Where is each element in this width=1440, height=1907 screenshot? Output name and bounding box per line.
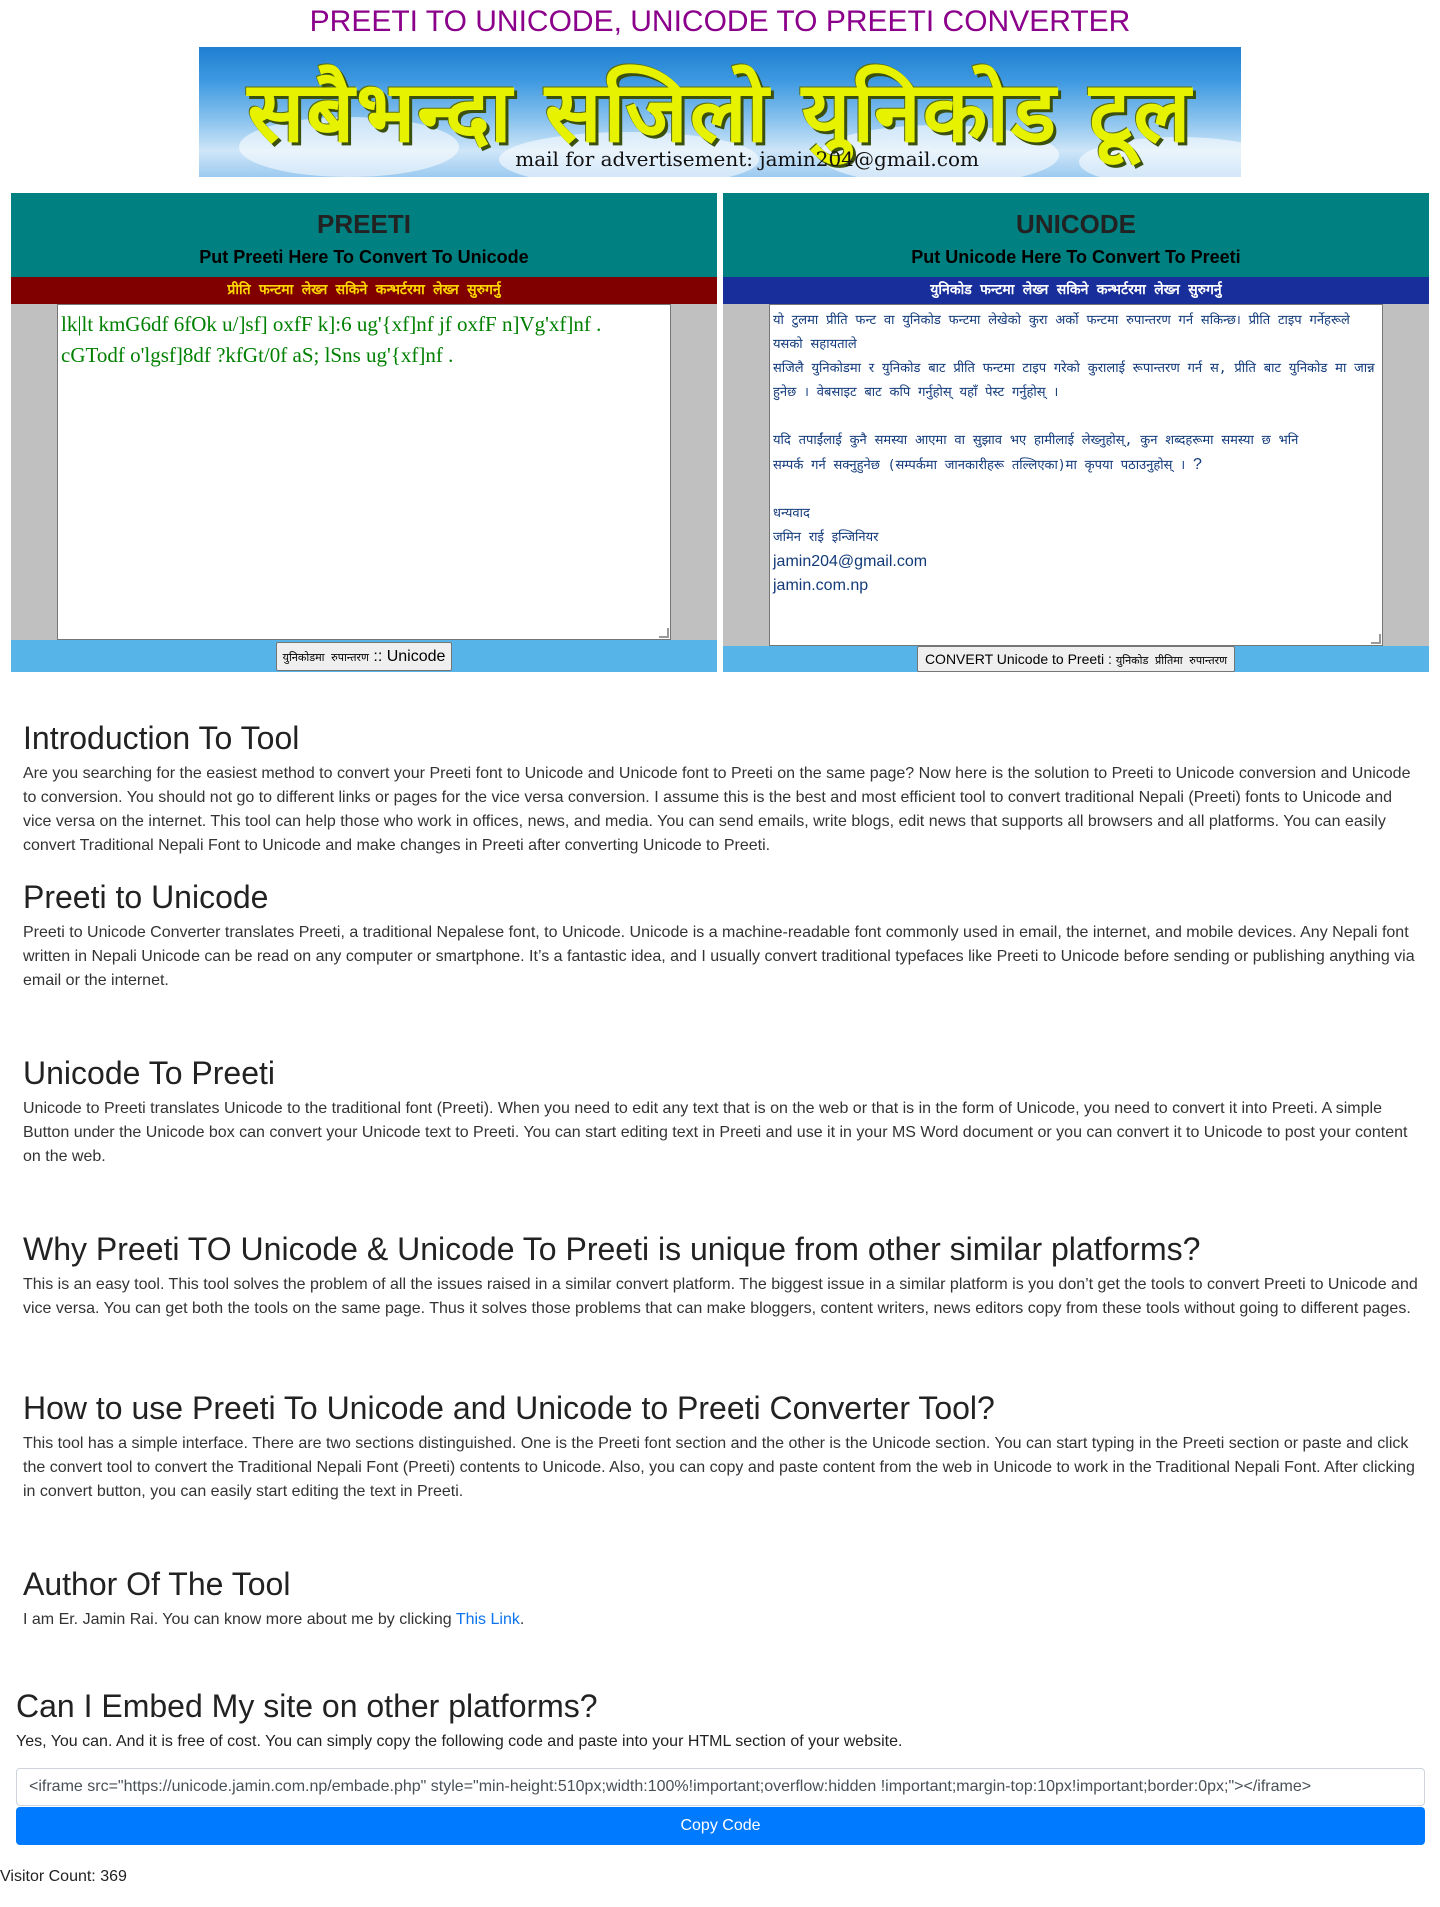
unicode-line-with-question: सम्पर्क गर्न सक्नुहुनेछ (सम्पर्कमा जानका… <box>773 453 1379 478</box>
section-author: Author Of The Tool I am Er. Jamin Rai. Y… <box>23 1564 1423 1632</box>
page-title: PREETI TO UNICODE, UNICODE TO PREETI CON… <box>309 5 1131 38</box>
section-body: I am Er. Jamin Rai. You can know more ab… <box>23 1608 1423 1632</box>
unicode-line: हुनेछ । वेबसाइट बाट कपि गर्नुहोस् यहाँ प… <box>773 385 1059 400</box>
section-heading: Why Preeti TO Unicode & Unicode To Preet… <box>23 1231 1201 1267</box>
preeti-panel-header: PREETI Put Preeti Here To Convert To Uni… <box>11 193 717 277</box>
unicode-panel-header: UNICODE Put Unicode Here To Convert To P… <box>723 193 1429 277</box>
section-heading: Introduction To Tool <box>23 720 300 756</box>
unicode-line: धन्यवाद <box>773 506 810 521</box>
visitor-count: Visitor Count: 369 <box>0 1868 127 1885</box>
copy-code-button[interactable]: Copy Code <box>16 1807 1425 1845</box>
section-body: Unicode to Preeti translates Unicode to … <box>23 1100 1408 1165</box>
section-body: This tool has a simple interface. There … <box>23 1435 1415 1500</box>
converter: PREETI Put Preeti Here To Convert To Uni… <box>11 193 1429 673</box>
embed-heading: Can I Embed My site on other platforms? <box>16 1688 598 1724</box>
section-heading: Unicode To Preeti <box>23 1055 275 1091</box>
section-body: Are you searching for the easiest method… <box>23 765 1411 854</box>
article-content: Introduction To Tool Are you searching f… <box>23 718 1423 1632</box>
unicode-line-email: jamin204@gmail.com <box>773 553 928 570</box>
preeti-info-strip: प्रीति फन्टमा लेख्न सकिने कन्भर्टरमा लेख… <box>11 277 717 304</box>
preeti-textarea[interactable]: lk|lt kmG6df 6fOk u/]sf] oxfF k]:6 ug'{x… <box>57 304 671 640</box>
section-why-unique: Why Preeti TO Unicode & Unicode To Preet… <box>23 1229 1423 1388</box>
preeti-editor-area: lk|lt kmG6df 6fOk u/]sf] oxfF k]:6 ug'{x… <box>11 304 717 640</box>
resize-handle-icon[interactable] <box>1371 634 1381 644</box>
section-preeti-to-unicode: Preeti to Unicode Preeti to Unicode Conv… <box>23 877 1423 1053</box>
banner-mail-text: mail for advertisement: jamin204@gmail.c… <box>515 147 979 171</box>
convert-to-unicode-label: :: Unicode <box>373 648 446 665</box>
unicode-line-blank <box>773 478 1379 502</box>
section-body: This is an easy tool. This tool solves t… <box>23 1276 1418 1317</box>
unicode-line: यो टुलमा प्रीति फन्ट वा युनिकोड फन्टमा ल… <box>773 313 1350 352</box>
unicode-info-strip: युनिकोड फन्टमा लेख्न सकिने कन्भर्टरमा ले… <box>723 277 1429 304</box>
resize-handle-icon[interactable] <box>659 628 669 638</box>
section-heading: Preeti to Unicode <box>23 879 269 915</box>
embed-code-field[interactable]: <iframe src="https://unicode.jamin.com.n… <box>16 1768 1425 1806</box>
question-mark: ? <box>1193 456 1202 473</box>
preeti-button-bar: युनिकोडमा रुपान्तरण :: Unicode <box>11 640 717 672</box>
preeti-panel: PREETI Put Preeti Here To Convert To Uni… <box>11 193 717 672</box>
convert-to-unicode-button[interactable]: युनिकोडमा रुपान्तरण :: Unicode <box>275 642 453 671</box>
unicode-line: सम्पर्क गर्न सक्नुहुनेछ (सम्पर्कमा जानका… <box>773 458 1186 473</box>
unicode-panel-subtitle: Put Unicode Here To Convert To Preeti <box>911 247 1241 267</box>
preeti-textarea-text: lk|lt kmG6df 6fOk u/]sf] oxfF k]:6 ug'{x… <box>61 312 602 367</box>
unicode-line: सजिलै युनिकोडमा र युनिकोड बाट प्रीति फन्… <box>773 361 1375 376</box>
section-body: Preeti to Unicode Converter translates P… <box>23 924 1415 989</box>
author-body-prefix: I am Er. Jamin Rai. You can know more ab… <box>23 1611 456 1628</box>
convert-to-preeti-label-dev: युनिकोड प्रीतिमा रुपान्तरण <box>1115 654 1228 667</box>
section-heading: How to use Preeti To Unicode and Unicode… <box>23 1390 995 1426</box>
unicode-textarea[interactable]: यो टुलमा प्रीति फन्ट वा युनिकोड फन्टमा ल… <box>769 304 1383 646</box>
convert-to-preeti-label: CONVERT Unicode to Preeti : <box>924 651 1112 667</box>
section-introduction: Introduction To Tool Are you searching f… <box>23 718 1423 877</box>
author-link[interactable]: This Link <box>456 1611 520 1628</box>
convert-to-unicode-label-dev: युनिकोडमा रुपान्तरण <box>282 651 369 664</box>
unicode-panel: UNICODE Put Unicode Here To Convert To P… <box>723 193 1429 672</box>
section-unicode-to-preeti: Unicode To Preeti Unicode to Preeti tran… <box>23 1053 1423 1229</box>
unicode-panel-title: UNICODE <box>1016 209 1136 239</box>
preeti-panel-title: PREETI <box>317 209 411 239</box>
unicode-line: यदि तपाईंलाई कुनै समस्या आएमा वा सुझाव भ… <box>773 433 1299 448</box>
unicode-button-bar: CONVERT Unicode to Preeti : युनिकोड प्री… <box>723 646 1429 672</box>
embed-body: Yes, You can. And it is free of cost. Yo… <box>16 1733 903 1750</box>
author-body-suffix: . <box>519 1611 525 1628</box>
unicode-line: जमिन राई इन्जिनियर <box>773 530 879 545</box>
advertisement-banner[interactable]: सबैभन्दा सजिलो युनिकोड टूल mail for adve… <box>199 47 1241 177</box>
preeti-panel-subtitle: Put Preeti Here To Convert To Unicode <box>199 247 529 267</box>
unicode-line-blank <box>773 405 1379 429</box>
convert-to-preeti-button[interactable]: CONVERT Unicode to Preeti : युनिकोड प्री… <box>916 646 1236 672</box>
embed-section: Can I Embed My site on other platforms? … <box>16 1686 1425 1845</box>
section-how-to-use: How to use Preeti To Unicode and Unicode… <box>23 1388 1423 1564</box>
unicode-line-website: jamin.com.np <box>773 577 869 594</box>
section-heading: Author Of The Tool <box>23 1566 291 1602</box>
unicode-editor-area: यो टुलमा प्रीति फन्ट वा युनिकोड फन्टमा ल… <box>723 304 1429 646</box>
